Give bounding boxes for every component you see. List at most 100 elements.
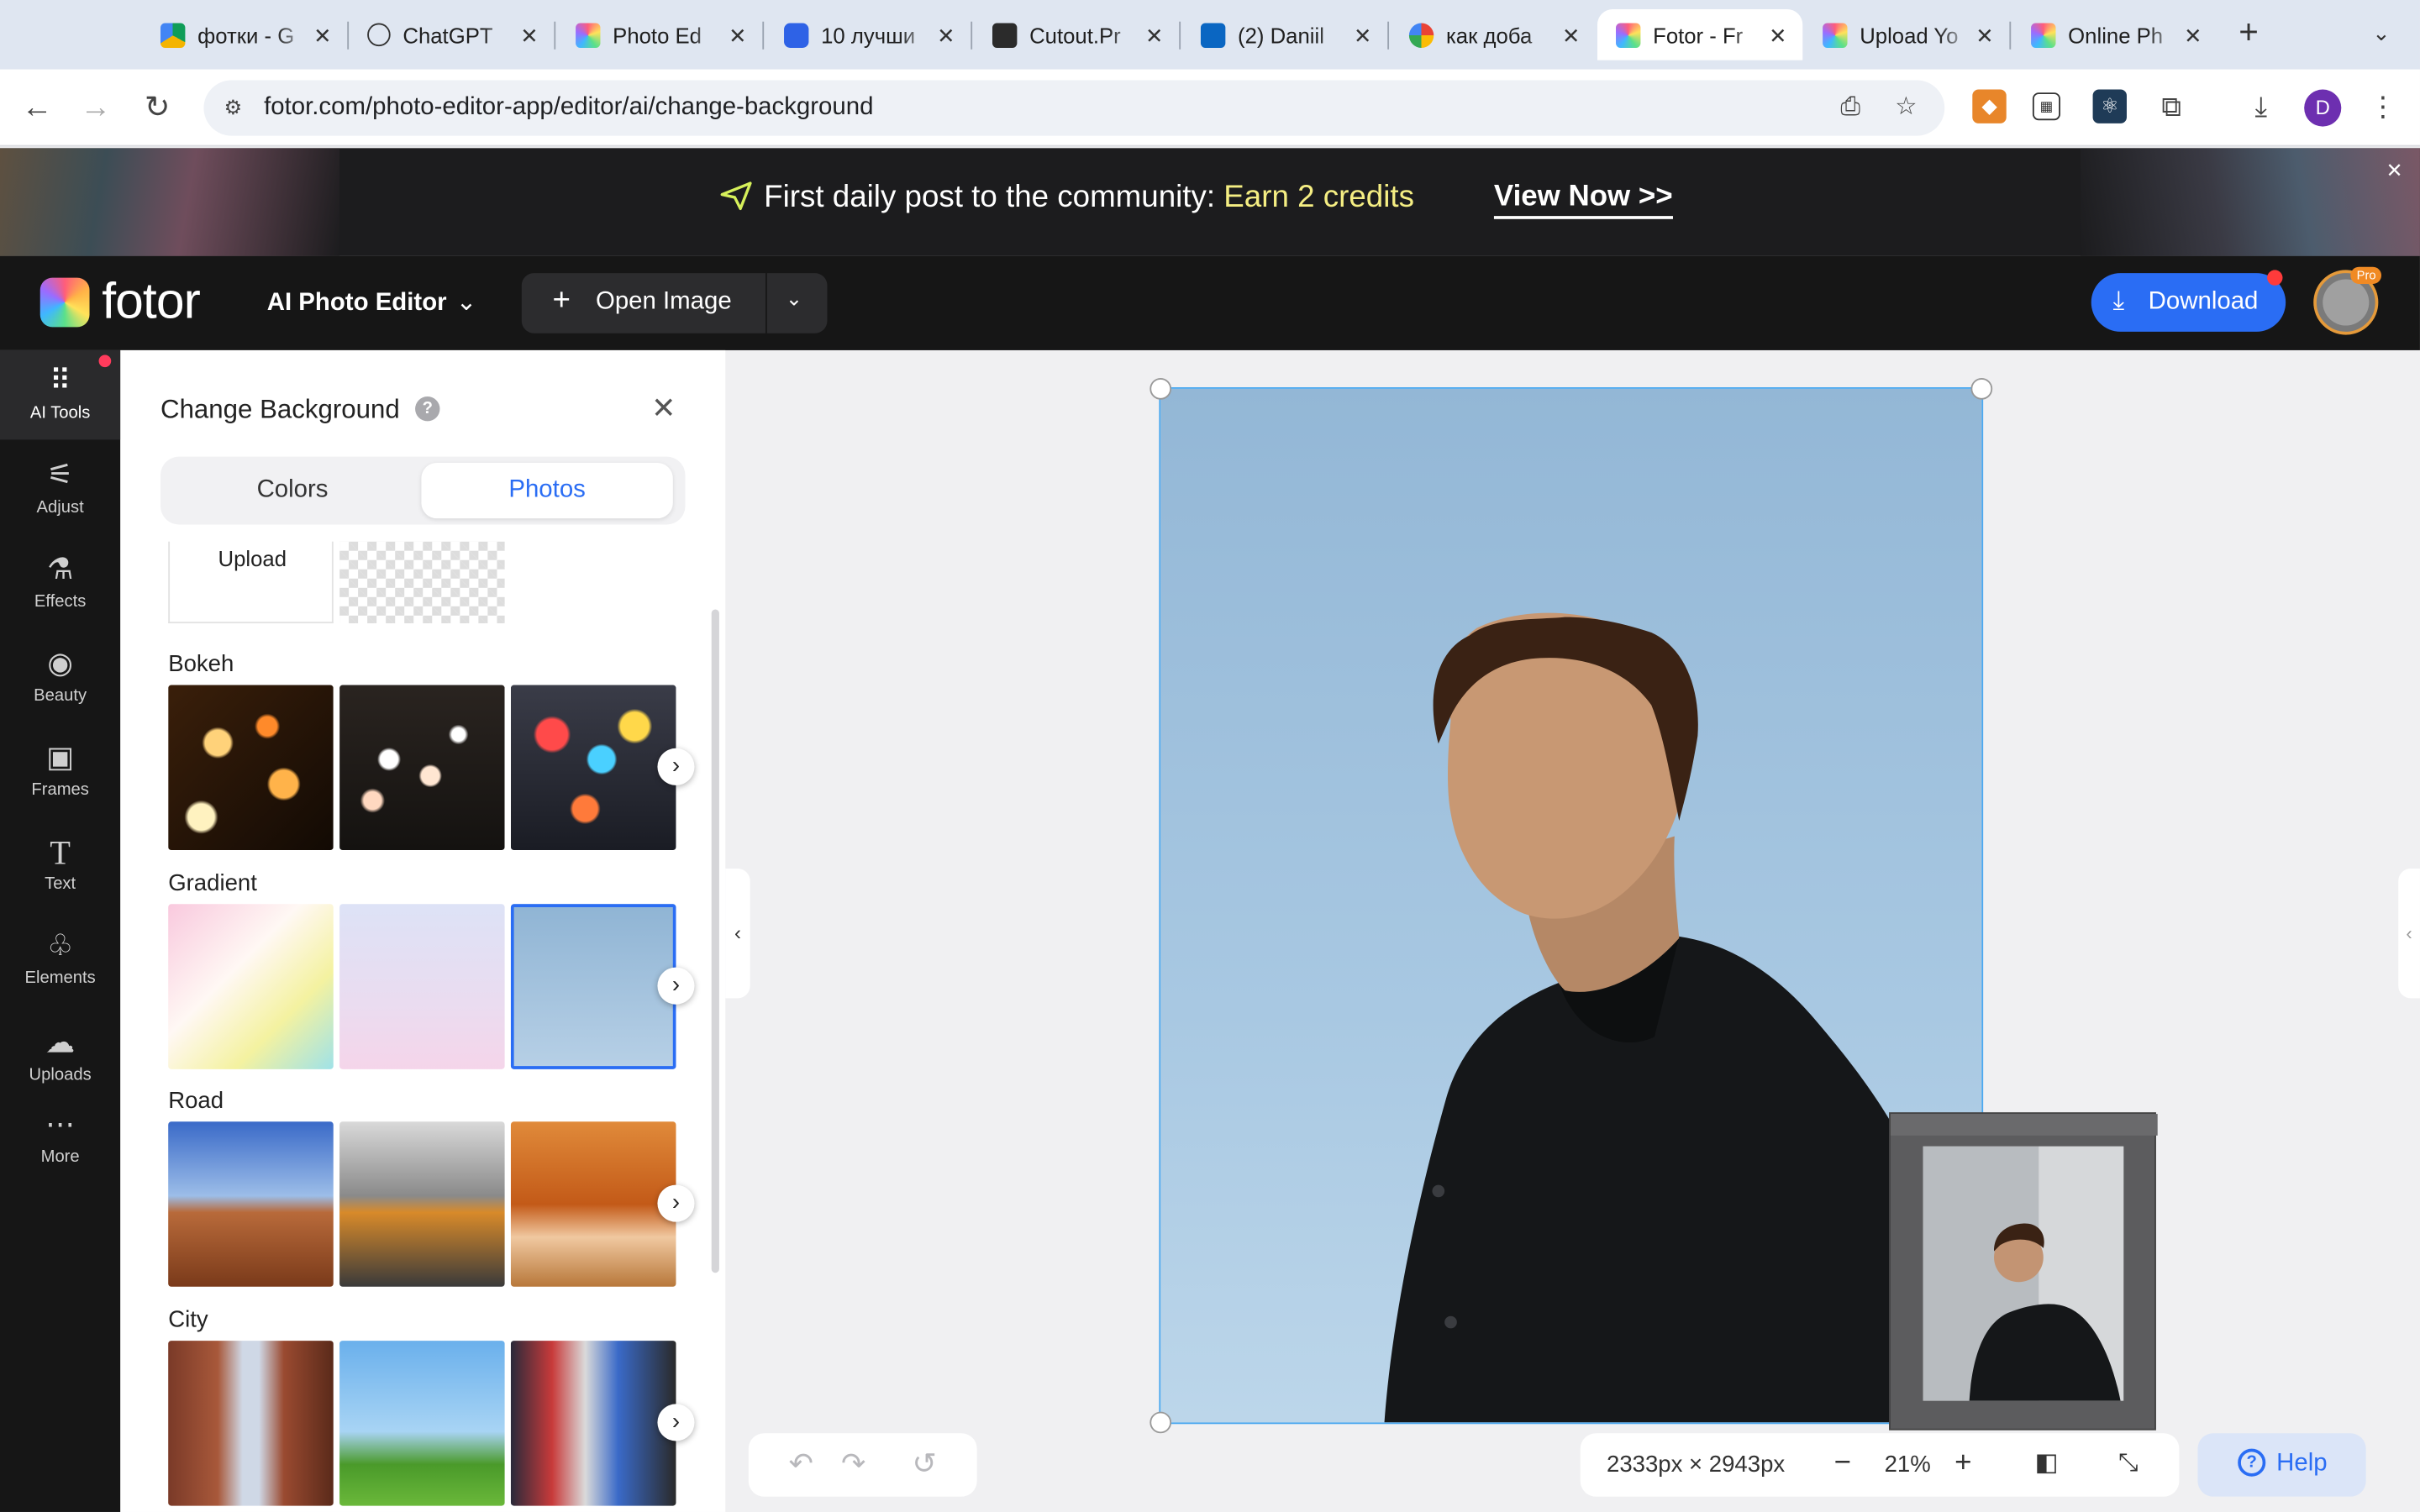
zoom-in-icon[interactable]: + (1946, 1447, 1980, 1481)
ai-photo-editor-menu[interactable]: AI Photo Editor ⌄ (267, 287, 477, 318)
fit-screen-icon[interactable]: ⤡ (2112, 1447, 2145, 1481)
undo-icon[interactable]: ↶ (784, 1449, 818, 1483)
tab-cutout[interactable]: Cutout.Pr ✕ (974, 9, 1179, 60)
tab-google-drive[interactable]: фотки - G ✕ (142, 9, 347, 60)
gradient-thumb-3-selected[interactable] (510, 904, 676, 1069)
bokeh-thumb-2[interactable] (339, 685, 505, 851)
tab-colors[interactable]: Colors (166, 463, 418, 518)
help-button[interactable]: ? Help (2197, 1433, 2366, 1497)
chevron-right-icon[interactable]: › (657, 748, 695, 785)
close-icon[interactable]: ✕ (1765, 23, 1790, 47)
new-tab-button[interactable]: + (2232, 14, 2265, 49)
fotor-icon (1823, 22, 1848, 48)
close-icon[interactable]: ✕ (725, 23, 750, 47)
gradient-thumb-1[interactable] (168, 904, 334, 1069)
road-thumb-1[interactable] (168, 1121, 334, 1287)
tab-online-photo[interactable]: Online Ph ✕ (2012, 9, 2217, 60)
qr-code-extension-icon[interactable]: ▦ (2032, 92, 2060, 121)
collapse-panel-button[interactable]: ‹ (725, 869, 750, 999)
resize-handle-top-left[interactable] (1150, 377, 1172, 400)
resize-handle-top-right[interactable] (1970, 377, 1993, 400)
bokeh-thumb-3[interactable] (510, 685, 676, 851)
close-icon[interactable]: ✕ (1350, 23, 1375, 47)
zoom-out-icon[interactable]: − (1826, 1447, 1860, 1481)
reset-icon[interactable]: ↺ (908, 1449, 941, 1483)
extensions-puzzle-icon[interactable]: ⧉ (2154, 90, 2188, 123)
zoom-level[interactable]: 21% (1885, 1452, 1931, 1478)
close-icon[interactable]: ✕ (517, 23, 541, 47)
image-canvas[interactable] (1159, 387, 1984, 1425)
forward-arrow-icon[interactable]: → (76, 88, 116, 129)
redo-icon[interactable]: ↷ (836, 1449, 870, 1483)
rail-label: More (40, 1147, 80, 1167)
compare-split-icon[interactable]: ◧ (2029, 1447, 2063, 1481)
tab-linkedin[interactable]: (2) Daniil ✕ (1182, 9, 1387, 60)
rail-item-uploads[interactable]: ☁ Uploads (0, 1012, 120, 1102)
metamask-extension-icon[interactable]: ◆ (1972, 89, 2007, 123)
chevron-right-icon[interactable]: › (657, 967, 695, 1005)
site-settings-icon[interactable]: ⚙ (219, 94, 247, 122)
panel-scrollbar[interactable] (711, 609, 719, 1273)
rail-item-effects[interactable]: ⚗ Effects (0, 538, 120, 628)
close-icon[interactable]: ✕ (934, 23, 958, 47)
close-icon[interactable]: ✕ (651, 392, 676, 428)
downloads-icon[interactable]: ⤓ (2244, 90, 2278, 123)
city-thumb-3[interactable] (510, 1341, 676, 1506)
upload-background-button[interactable]: Upload (168, 541, 334, 624)
paper-plane-icon (720, 181, 752, 211)
tab-search-button[interactable]: ⌄ (2365, 15, 2398, 49)
close-icon[interactable]: ✕ (1972, 23, 1996, 47)
close-icon[interactable]: ✕ (2181, 23, 2205, 47)
chevron-down-icon[interactable]: ⌄ (786, 287, 802, 312)
preview-drag-bar[interactable] (1890, 1114, 2158, 1136)
close-icon[interactable]: ✕ (2386, 159, 2403, 183)
bokeh-thumb-1[interactable] (168, 685, 334, 851)
tab-10-best[interactable]: 10 лучши ✕ (765, 9, 971, 60)
download-label: Download (2148, 288, 2259, 315)
fotor-logo-text[interactable]: fotor (102, 271, 201, 330)
tab-google-search[interactable]: как доба ✕ (1391, 9, 1596, 60)
close-icon[interactable]: ✕ (310, 23, 334, 47)
view-now-link[interactable]: View Now >> (1493, 181, 1673, 219)
rail-item-ai-tools[interactable]: ⠿ AI Tools (0, 349, 121, 440)
install-app-icon[interactable]: ⎙ (1835, 92, 1866, 123)
rail-item-more[interactable]: ⋯ More (0, 1103, 120, 1177)
rail-item-frames[interactable]: ▣ Frames (0, 727, 120, 816)
tab-photo-editor[interactable]: Photo Ed ✕ (557, 9, 762, 60)
resize-handle-bottom-left[interactable] (1150, 1411, 1172, 1434)
close-icon[interactable]: ✕ (1142, 23, 1166, 47)
address-bar[interactable]: ⚙ fotor.com/photo-editor-app/editor/ai/c… (203, 80, 1945, 136)
browser-profile-avatar[interactable]: D (2304, 89, 2342, 127)
reload-icon[interactable]: ↻ (137, 88, 177, 129)
road-thumb-2[interactable] (339, 1121, 505, 1287)
gradient-thumb-2[interactable] (339, 904, 505, 1069)
download-button[interactable]: ⤓ Download (2091, 270, 2286, 332)
tab-chatgpt[interactable]: ChatGPT ✕ (349, 9, 554, 60)
original-preview[interactable] (1889, 1112, 2158, 1431)
rail-item-adjust[interactable]: ⚟ Adjust (0, 444, 120, 534)
chevron-right-icon[interactable]: › (657, 1184, 695, 1222)
transparent-background-option[interactable] (339, 541, 505, 624)
fotor-logo-icon[interactable] (39, 277, 90, 328)
rail-item-elements[interactable]: ♧ Elements (0, 915, 120, 1005)
rail-item-beauty[interactable]: ◉ Beauty (0, 633, 120, 722)
back-arrow-icon[interactable]: ← (17, 88, 57, 129)
city-thumb-1[interactable] (168, 1341, 334, 1506)
react-devtools-icon[interactable]: ⚛ (2092, 89, 2127, 123)
road-thumb-3[interactable] (510, 1121, 676, 1287)
open-image-button[interactable]: + Open Image ⌄ (521, 273, 828, 333)
google-drive-icon (160, 22, 186, 48)
browser-menu-icon[interactable]: ⋮ (2366, 90, 2400, 123)
tab-photos[interactable]: Photos (421, 463, 673, 519)
city-thumb-2[interactable] (339, 1341, 505, 1506)
tab-upload[interactable]: Upload Yo ✕ (1804, 9, 2009, 60)
tab-title: Cutout.Pr (1029, 22, 1121, 48)
tab-fotor-active[interactable]: Fotor - Fr ✕ (1597, 9, 1803, 60)
url-text[interactable]: fotor.com/photo-editor-app/editor/ai/cha… (264, 94, 873, 122)
rail-item-text[interactable]: T Text (0, 821, 120, 911)
help-question-icon[interactable]: ? (415, 396, 440, 422)
chevron-right-icon[interactable]: › (657, 1404, 695, 1441)
expand-right-panel-button[interactable]: ‹ (2398, 869, 2420, 999)
bookmark-star-icon[interactable]: ☆ (1891, 92, 1922, 123)
close-icon[interactable]: ✕ (1559, 23, 1583, 47)
